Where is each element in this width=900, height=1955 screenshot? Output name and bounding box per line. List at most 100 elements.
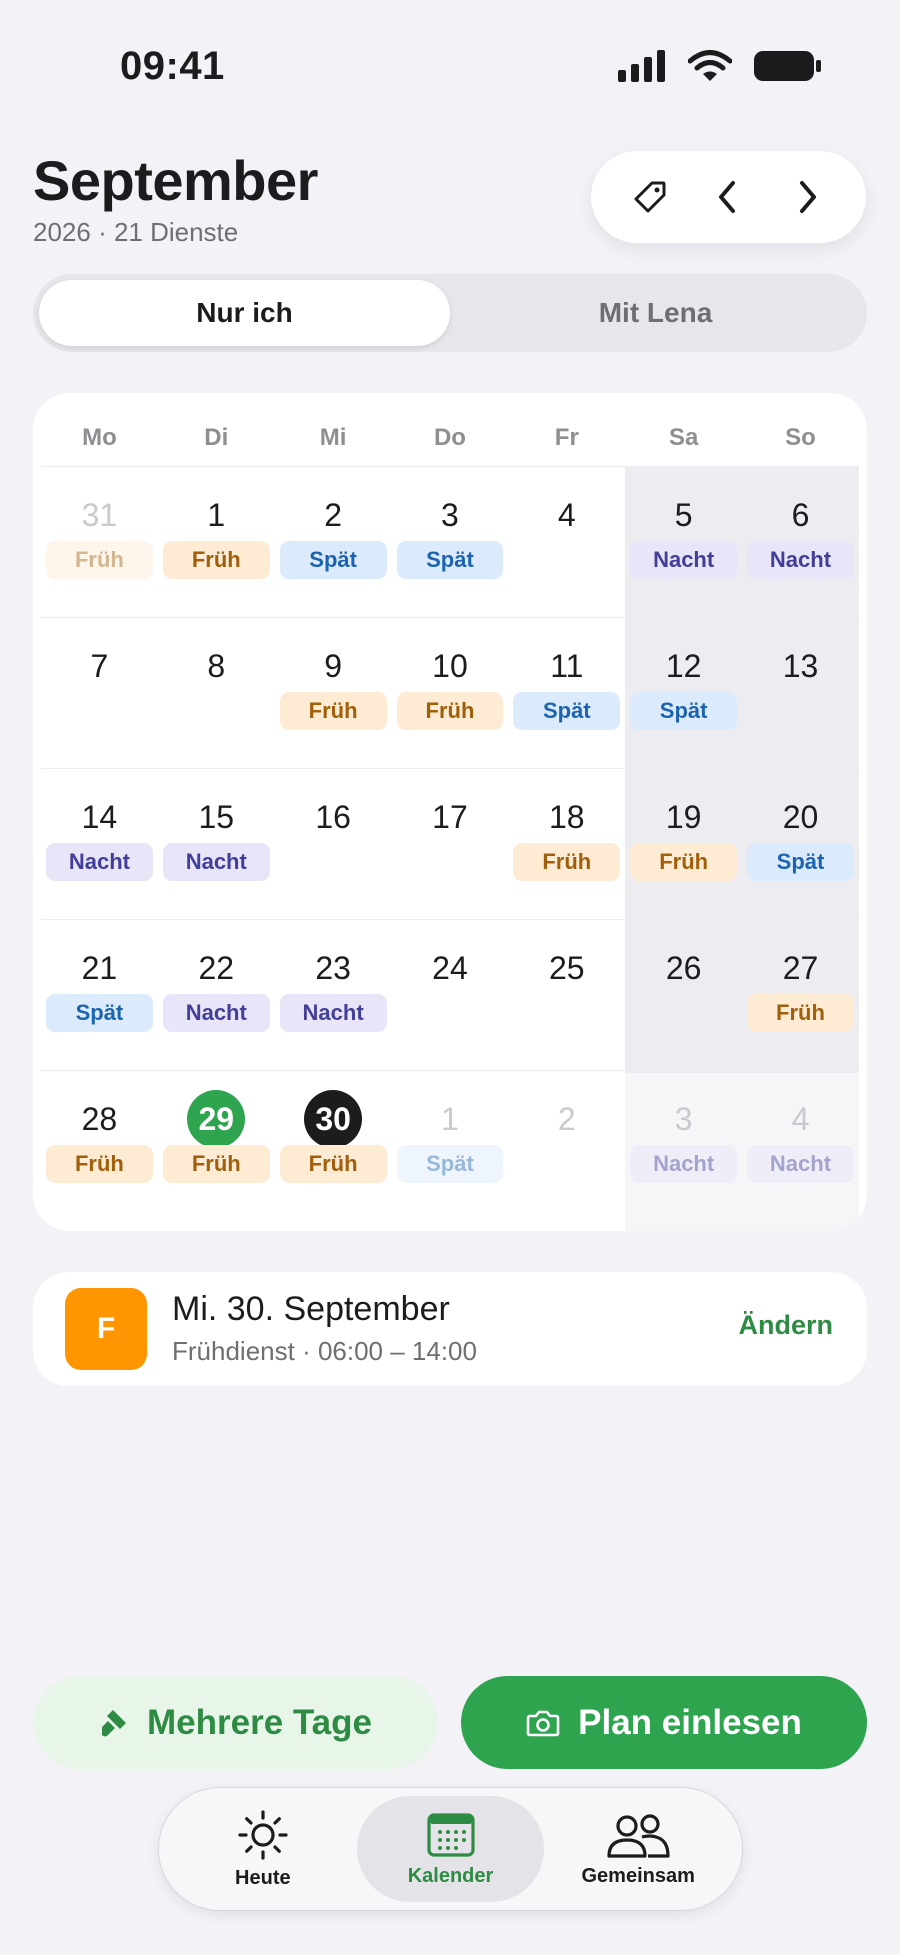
weekday-label: Mi xyxy=(319,424,347,451)
scan-plan-button[interactable]: Plan einlesen xyxy=(461,1676,867,1769)
calendar-day-cell[interactable]: 31 Früh xyxy=(41,467,158,617)
calendar-day-cell[interactable]: 29 Früh xyxy=(158,1071,275,1221)
calendar-day-cell[interactable]: 1 Spät xyxy=(392,1071,509,1221)
segment-nur-ich[interactable]: Nur ich xyxy=(39,280,450,346)
selected-day-indicator: 30 xyxy=(304,1090,363,1148)
shift-badge: Spät xyxy=(396,1145,504,1183)
edit-shift-button[interactable]: Ändern xyxy=(739,1310,834,1341)
day-number: 11 xyxy=(550,647,584,684)
calendar-day-cell[interactable]: 4 xyxy=(508,467,625,617)
detail-shift-info: Frühdienst · 06:00 – 14:00 xyxy=(172,1336,477,1366)
shift-badge: Früh xyxy=(162,541,270,579)
shift-badge: Nacht xyxy=(630,541,738,579)
shift-badge: Früh xyxy=(396,692,504,730)
day-number: 30 xyxy=(275,1090,392,1148)
shift-badge: Nacht xyxy=(279,994,387,1032)
calendar-icon xyxy=(426,1812,475,1857)
weekday-label: Di xyxy=(204,424,229,451)
shift-badge: Früh xyxy=(747,994,854,1032)
selected-day-detail[interactable]: F Mi. 30. September Frühdienst · 06:00 –… xyxy=(33,1272,867,1386)
day-number: 1 xyxy=(207,496,226,533)
calendar-day-cell[interactable]: 6 Nacht xyxy=(742,467,859,617)
weekday-label: Fr xyxy=(554,424,579,451)
people-icon xyxy=(607,1813,670,1858)
calendar-day-cell[interactable]: 23 Nacht xyxy=(275,920,392,1070)
shift-badge: Früh xyxy=(162,1145,270,1183)
calendar-day-cell[interactable]: 25 xyxy=(508,920,625,1070)
day-number: 2 xyxy=(557,1100,576,1137)
day-number: 13 xyxy=(782,647,819,684)
scan-plan-label: Plan einlesen xyxy=(578,1702,802,1742)
tab-label: Gemeinsam xyxy=(581,1864,695,1887)
next-month-button[interactable] xyxy=(779,169,835,225)
calendar-day-cell[interactable]: 11 Spät xyxy=(508,618,625,768)
day-number: 6 xyxy=(791,496,810,533)
calendar-day-cell[interactable]: 21 Spät xyxy=(41,920,158,1070)
tab-kalender[interactable]: Kalender xyxy=(356,1796,545,1902)
calendar-day-cell[interactable]: 26 xyxy=(625,920,742,1070)
calendar-day-cell[interactable]: 2 xyxy=(508,1071,625,1221)
calendar-day-cell[interactable]: 19 Früh xyxy=(625,769,742,919)
calendar-grid: 31 Früh 1 Früh 2 Spät 3 Spät 4 5 Nacht 6 Nacht 7 8 9 Frü… xyxy=(41,466,859,1221)
tab-gemeinsam[interactable]: Gemeinsam xyxy=(544,1796,732,1902)
day-number: 20 xyxy=(782,798,819,835)
shift-badge: Spät xyxy=(279,541,387,579)
day-number: 26 xyxy=(665,949,702,986)
day-number: 1 xyxy=(441,1100,459,1137)
day-number: 7 xyxy=(90,647,109,684)
calendar-day-cell[interactable]: 7 xyxy=(41,618,158,768)
day-number: 22 xyxy=(198,949,235,986)
day-number: 29 xyxy=(158,1090,275,1148)
calendar-day-cell[interactable]: 30 Früh xyxy=(275,1071,392,1221)
calendar-day-cell[interactable]: 10 Früh xyxy=(392,618,509,768)
calendar-day-cell[interactable]: 15 Nacht xyxy=(158,769,275,919)
day-number: 3 xyxy=(441,496,459,533)
shift-badge: Früh xyxy=(46,541,153,579)
shift-badge: Spät xyxy=(747,843,854,881)
view-segmented-control: Nur ich Mit Lena xyxy=(33,274,867,352)
day-number: 14 xyxy=(81,798,118,835)
calendar-day-cell[interactable]: 1 Früh xyxy=(158,467,275,617)
calendar-day-cell[interactable]: 18 Früh xyxy=(508,769,625,919)
day-number: 19 xyxy=(665,798,702,835)
calendar-week-row: 28 Früh 29 Früh 30 Früh 1 Spät 2 3 Nacht 4 Nacht xyxy=(41,1070,859,1221)
day-number: 5 xyxy=(674,496,693,533)
calendar-day-cell[interactable]: 5 Nacht xyxy=(625,467,742,617)
shift-badge: Nacht xyxy=(630,1145,738,1183)
sun-icon xyxy=(238,1809,288,1860)
calendar-day-cell[interactable]: 16 xyxy=(275,769,392,919)
calendar-day-cell[interactable]: 17 xyxy=(392,769,509,919)
shift-type-icon: F xyxy=(65,1288,147,1370)
calendar-day-cell[interactable]: 4 Nacht xyxy=(742,1071,859,1221)
day-number: 25 xyxy=(549,949,585,986)
day-number: 23 xyxy=(315,949,351,986)
calendar-day-cell[interactable]: 9 Früh xyxy=(275,618,392,768)
segment-mit-lena[interactable]: Mit Lena xyxy=(450,280,861,346)
previous-month-button[interactable] xyxy=(700,169,756,225)
shift-badge: Spät xyxy=(46,994,153,1032)
day-number: 10 xyxy=(432,647,468,684)
shift-badge: Nacht xyxy=(747,541,854,579)
calendar-day-cell[interactable]: 2 Spät xyxy=(275,467,392,617)
detail-date: Mi. 30. September xyxy=(172,1290,450,1328)
calendar-day-cell[interactable]: 3 Nacht xyxy=(625,1071,742,1221)
tag-button[interactable] xyxy=(622,169,678,225)
calendar-day-cell[interactable]: 13 xyxy=(742,618,859,768)
calendar-day-cell[interactable]: 20 Spät xyxy=(742,769,859,919)
calendar-day-cell[interactable]: 3 Spät xyxy=(392,467,509,617)
status-bar: 09:41 xyxy=(0,0,900,130)
tab-heute[interactable]: Heute xyxy=(169,1796,357,1902)
shift-badge: Nacht xyxy=(162,843,270,881)
calendar-day-cell[interactable]: 8 xyxy=(158,618,275,768)
calendar-day-cell[interactable]: 22 Nacht xyxy=(158,920,275,1070)
calendar-day-cell[interactable]: 12 Spät xyxy=(625,618,742,768)
shift-badge: Nacht xyxy=(162,994,270,1032)
day-number: 28 xyxy=(81,1100,118,1137)
tab-bar: Heute Kalender Gemeinsam xyxy=(158,1787,743,1911)
calendar-day-cell[interactable]: 24 xyxy=(392,920,509,1070)
multiple-days-button[interactable]: Mehrere Tage xyxy=(33,1676,438,1769)
calendar-day-cell[interactable]: 14 Nacht xyxy=(41,769,158,919)
multiple-days-label: Mehrere Tage xyxy=(147,1702,372,1742)
calendar-day-cell[interactable]: 28 Früh xyxy=(41,1071,158,1221)
calendar-day-cell[interactable]: 27 Früh xyxy=(742,920,859,1070)
